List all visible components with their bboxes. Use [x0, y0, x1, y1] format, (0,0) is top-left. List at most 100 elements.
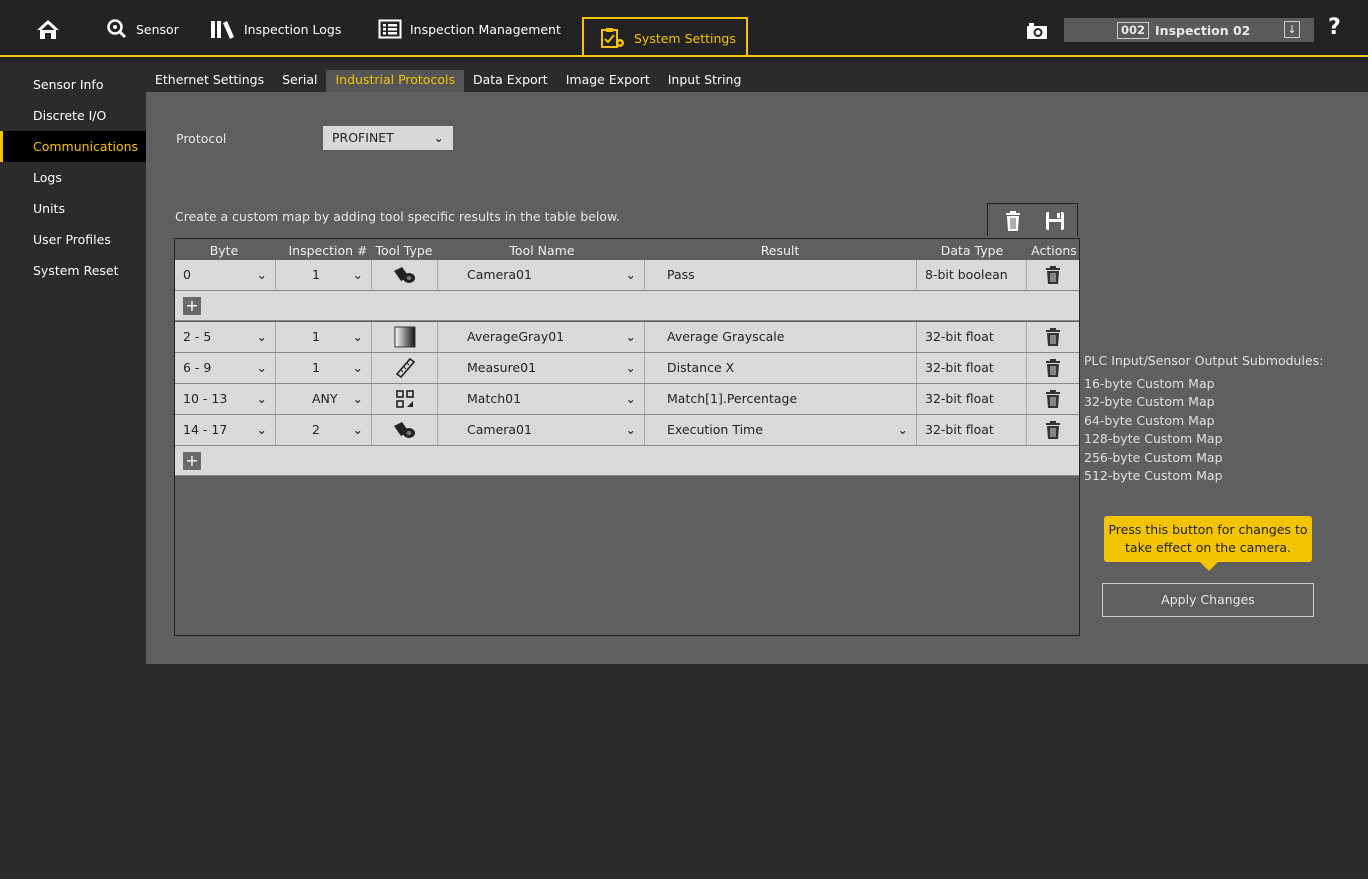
- byte-dropdown[interactable]: 6 - 9 ⌄: [175, 353, 276, 383]
- apply-changes-button[interactable]: Apply Changes: [1102, 583, 1314, 617]
- tool-name-value: Camera01: [467, 267, 532, 282]
- sidebar-item-system-reset[interactable]: System Reset: [0, 255, 146, 286]
- tool-name-dropdown[interactable]: Camera01 ⌄: [438, 415, 645, 445]
- tool-name-dropdown[interactable]: AverageGray01 ⌄: [438, 322, 645, 352]
- delete-row-button[interactable]: [1027, 260, 1079, 290]
- nav-inspection-logs-label: Inspection Logs: [244, 21, 342, 37]
- sidebar-item-units[interactable]: Units: [0, 193, 146, 224]
- chevron-down-icon: ⌄: [256, 422, 267, 437]
- add-row-button[interactable]: +: [183, 452, 201, 470]
- byte-dropdown[interactable]: 2 - 5 ⌄: [175, 322, 276, 352]
- result-dropdown[interactable]: Execution Time ⌄: [645, 415, 917, 445]
- submodules-list: PLC Input/Sensor Output Submodules: 16-b…: [1084, 352, 1323, 486]
- chevron-down-icon: ⌄: [256, 329, 267, 344]
- sidebar: Sensor Info Discrete I/O Communications …: [0, 62, 146, 879]
- camera-icon: [1027, 23, 1047, 39]
- camera-snapshot-button[interactable]: [1026, 16, 1048, 46]
- table-row: 2 - 5 ⌄ 1 ⌄ AverageGray01 ⌄ Average Graysca…: [175, 322, 1079, 353]
- protocol-value: PROFINET: [332, 130, 394, 145]
- inspection-dropdown[interactable]: ANY ⌄: [276, 384, 372, 414]
- delete-all-icon[interactable]: [1002, 210, 1024, 232]
- nav-inspection-logs[interactable]: Inspection Logs: [210, 14, 341, 44]
- help-button[interactable]: ?: [1328, 15, 1341, 40]
- inspection-dropdown[interactable]: 1 ⌄: [276, 353, 372, 383]
- sidebar-item-discrete-io[interactable]: Discrete I/O: [0, 100, 146, 131]
- table-row: 10 - 13 ⌄ ANY ⌄ Match01 ⌄ Match[1].Percenta…: [175, 384, 1079, 415]
- download-icon[interactable]: ↓: [1284, 21, 1300, 38]
- result-cell[interactable]: Pass: [645, 260, 917, 290]
- delete-row-button[interactable]: [1027, 415, 1079, 445]
- sensor-search-icon: [107, 19, 127, 39]
- nav-inspection-management[interactable]: Inspection Management: [378, 14, 561, 44]
- result-cell[interactable]: Match[1].Percentage: [645, 384, 917, 414]
- trash-icon: [1046, 359, 1060, 377]
- delete-row-button[interactable]: [1027, 322, 1079, 352]
- chevron-down-icon: ⌄: [897, 422, 908, 437]
- delete-row-button[interactable]: [1027, 384, 1079, 414]
- table-toolbar: [987, 203, 1078, 236]
- tab-serial[interactable]: Serial: [273, 70, 326, 92]
- inspection-dropdown[interactable]: 1 ⌄: [276, 322, 372, 352]
- sidebar-item-communications[interactable]: Communications: [0, 131, 146, 162]
- nav-system-settings[interactable]: System Settings: [600, 23, 736, 53]
- sidebar-item-logs[interactable]: Logs: [0, 162, 146, 193]
- tab-input-string[interactable]: Input String: [659, 70, 751, 92]
- trash-icon: [1046, 390, 1060, 408]
- home-button[interactable]: [36, 14, 60, 44]
- byte-value: 14 - 17: [183, 422, 228, 437]
- protocol-dropdown[interactable]: PROFINET ⌄: [323, 126, 453, 150]
- inspection-name: Inspection 02: [1155, 22, 1251, 38]
- data-type-cell: 32-bit float: [917, 384, 1027, 414]
- data-type-cell: 8-bit boolean: [917, 260, 1027, 290]
- active-inspection-selector[interactable]: 002 Inspection 02 ↓: [1064, 18, 1314, 42]
- inspection-dropdown[interactable]: 1 ⌄: [276, 260, 372, 290]
- custom-map-table: Byte Inspection # Tool Type Tool Name Re…: [174, 238, 1080, 636]
- header-actions: Actions: [1031, 243, 1077, 258]
- tool-name-value: Match01: [467, 391, 522, 406]
- table-row: 14 - 17 ⌄ 2 ⌄ Camera01 ⌄ Execution Time ⌄ 32…: [175, 415, 1079, 446]
- add-row-bar: +: [175, 291, 1079, 321]
- match-tool-icon: [395, 390, 414, 408]
- nav-underline: [0, 55, 1368, 57]
- save-icon[interactable]: [1044, 210, 1066, 232]
- byte-dropdown[interactable]: 10 - 13 ⌄: [175, 384, 276, 414]
- nav-inspection-management-label: Inspection Management: [410, 21, 561, 37]
- tab-industrial-protocols[interactable]: Industrial Protocols: [326, 70, 464, 92]
- chevron-down-icon: ⌄: [352, 329, 363, 344]
- byte-value: 10 - 13: [183, 391, 228, 406]
- byte-dropdown[interactable]: 0 ⌄: [175, 260, 276, 290]
- submodule-item: 16-byte Custom Map: [1084, 375, 1215, 391]
- tab-ethernet-settings[interactable]: Ethernet Settings: [146, 70, 273, 92]
- inspection-dropdown[interactable]: 2 ⌄: [276, 415, 372, 445]
- result-cell[interactable]: Distance X: [645, 353, 917, 383]
- data-type-value: 32-bit float: [925, 360, 994, 375]
- chevron-down-icon: ⌄: [352, 391, 363, 406]
- tool-name-dropdown[interactable]: Camera01 ⌄: [438, 260, 645, 290]
- sidebar-item-sensor-info[interactable]: Sensor Info: [0, 69, 146, 100]
- chevron-down-icon: ⌄: [625, 329, 636, 344]
- header-byte: Byte: [209, 243, 239, 258]
- byte-value: 2 - 5: [183, 329, 212, 344]
- result-value: Execution Time: [667, 422, 763, 437]
- data-type-cell: 32-bit float: [917, 415, 1027, 445]
- tab-data-export[interactable]: Data Export: [464, 70, 557, 92]
- nav-system-settings-tab[interactable]: System Settings: [582, 17, 748, 55]
- list-icon: [378, 19, 402, 39]
- chevron-down-icon: ⌄: [352, 422, 363, 437]
- camera-tool-icon: [393, 422, 415, 438]
- add-row-button[interactable]: +: [183, 297, 201, 315]
- measure-tool-icon: [395, 357, 415, 379]
- books-icon: [211, 21, 234, 39]
- result-cell[interactable]: Average Grayscale: [645, 322, 917, 352]
- tool-name-dropdown[interactable]: Match01 ⌄: [438, 384, 645, 414]
- tab-image-export[interactable]: Image Export: [557, 70, 659, 92]
- delete-row-button[interactable]: [1027, 353, 1079, 383]
- result-value: Average Grayscale: [667, 329, 785, 344]
- tool-name-dropdown[interactable]: Measure01 ⌄: [438, 353, 645, 383]
- byte-dropdown[interactable]: 14 - 17 ⌄: [175, 415, 276, 445]
- nav-sensor[interactable]: Sensor: [106, 14, 179, 44]
- top-nav-bar: Sensor Inspection Logs Inspection Manage…: [0, 0, 1368, 62]
- settings-clipboard-icon: [601, 28, 624, 48]
- sidebar-item-user-profiles[interactable]: User Profiles: [0, 224, 146, 255]
- result-value: Distance X: [667, 360, 735, 375]
